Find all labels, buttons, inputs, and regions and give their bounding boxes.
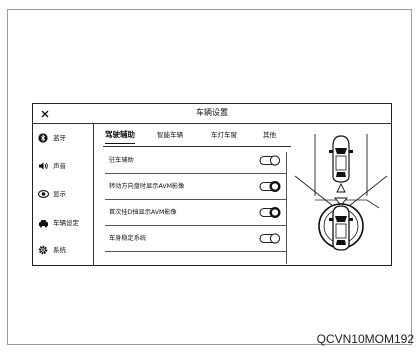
setting-row-avm-first-drive: 首次挂D挡显示AVM影像	[105, 200, 287, 226]
toggle-on-switch[interactable]	[259, 207, 281, 218]
scrollbar[interactable]	[286, 152, 287, 264]
car-icon	[37, 217, 49, 229]
tab-divider	[103, 146, 291, 147]
setting-label: 驻车辅助	[109, 157, 134, 164]
setting-label: 转动方向盘时显示AVM影像	[109, 183, 185, 190]
toggle-off-switch[interactable]	[259, 233, 281, 244]
document-code: QCVN10MOM192	[316, 332, 414, 346]
toggle-off-switch[interactable]	[259, 155, 281, 166]
sidebar-item-label: 蓝牙	[53, 134, 66, 142]
page-title: 车辆设置	[196, 108, 228, 117]
sidebar-item-label: 声音	[53, 162, 66, 170]
lower-car-icon	[318, 203, 364, 251]
speaker-icon	[37, 160, 49, 172]
top-car-icon	[329, 135, 353, 183]
tab-lights-windows[interactable]: 车灯车窗	[211, 128, 237, 142]
tab-smart-vehicle[interactable]: 智能车辆	[157, 128, 183, 142]
avm-car-view	[293, 126, 389, 264]
title-bar: 车辆设置	[33, 104, 391, 124]
eye-icon	[37, 188, 49, 200]
toggle-on-switch[interactable]	[259, 181, 281, 192]
tab-label: 其他	[263, 131, 276, 139]
setting-row-stability-control: 车身稳定系统	[105, 226, 287, 252]
sidebar-item-system[interactable]: 系统	[37, 242, 93, 258]
active-tab-indicator	[105, 142, 135, 144]
bluetooth-icon	[37, 132, 49, 144]
sidebar-item-vehicle-settings[interactable]: 车辆设定	[37, 215, 93, 231]
setting-label: 首次挂D挡显示AVM影像	[109, 209, 177, 216]
sidebar-item-sound[interactable]: 声音	[37, 158, 93, 174]
tab-label: 驾驶辅助	[105, 130, 135, 139]
tab-other[interactable]: 其他	[263, 128, 276, 142]
sidebar-item-bluetooth[interactable]: 蓝牙	[37, 130, 93, 146]
sidebar: 蓝牙 声音 显示 车辆设定 系统	[33, 124, 94, 266]
tab-label: 车灯车窗	[211, 131, 237, 139]
setting-row-avm-steering: 转动方向盘时显示AVM影像	[105, 174, 287, 200]
sidebar-item-label: 显示	[53, 190, 66, 198]
sidebar-item-label: 系统	[53, 246, 66, 254]
setting-label: 车身稳定系统	[109, 235, 147, 242]
vehicle-settings-screen: 车辆设置 蓝牙 声音 显示 车辆设定 系统 驾驶辅助 智能车辆 车灯车窗 其他 …	[32, 103, 392, 266]
setting-row-parking-assist: 驻车辅助	[105, 148, 287, 174]
tab-label: 智能车辆	[157, 131, 183, 139]
sidebar-item-display[interactable]: 显示	[37, 186, 93, 202]
gear-icon	[37, 244, 49, 256]
tab-driving-assist[interactable]: 驾驶辅助	[105, 128, 135, 144]
sidebar-item-label: 车辆设定	[53, 219, 79, 227]
